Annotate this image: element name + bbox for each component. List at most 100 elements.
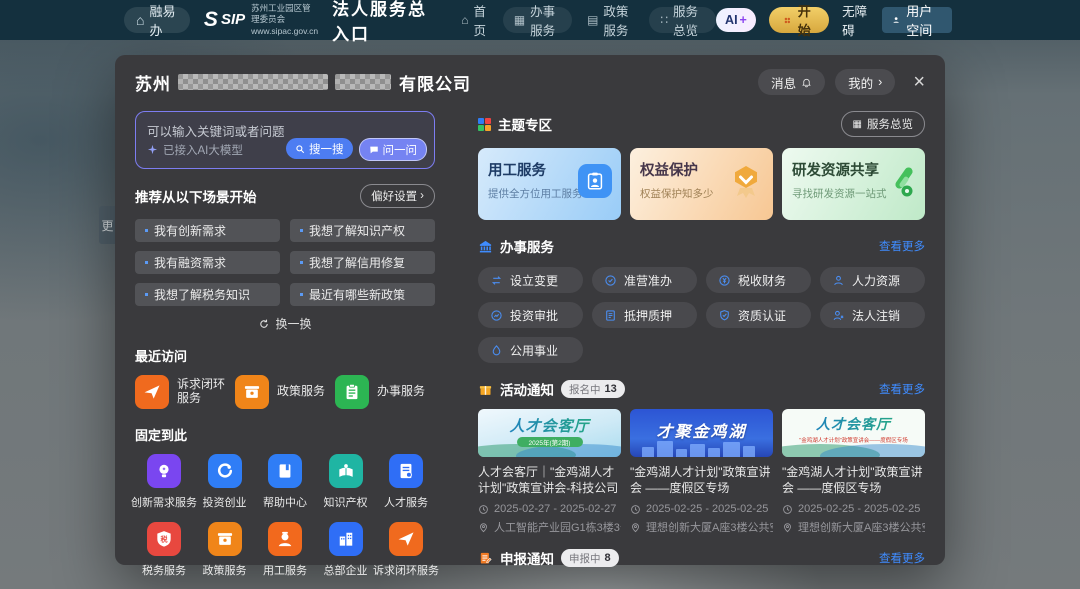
shield-check-icon [718,309,731,322]
user-space-button[interactable]: 用户空间 [882,7,952,33]
pinned-item[interactable]: 政策服务 [196,522,254,578]
pinned-item[interactable]: 总部企业 [317,522,375,578]
bulb-icon [147,454,181,488]
preference-settings-button[interactable]: 偏好设置 › [360,184,435,208]
declarations-more-link[interactable]: 查看更多 [879,550,925,566]
medal-badge-icon [728,164,764,200]
messages-button[interactable]: 消息 [758,69,825,95]
bullet-icon [145,261,148,264]
book-icon [268,454,302,488]
service-pill[interactable]: 税收财务 [706,267,811,293]
four-dots-icon: ∷ [660,13,668,27]
rongyiban-button[interactable]: ⌂ 融易办 [124,7,190,33]
page-side-tab[interactable]: 更 [99,206,116,244]
activity-card[interactable]: 人才会客厅 2025年(第2期) 人才会客厅｜"金鸡湖人才计划"政策宣讲会-科技… [478,409,621,535]
clock-icon [478,504,489,515]
declaration-doc-icon [478,551,493,566]
grid-doc-icon: ▦ [514,13,525,27]
nav-item-services[interactable]: ▦ 办事服务 [503,7,572,33]
pinned-item[interactable]: 投资创业 [196,454,254,510]
scenario-button[interactable]: 我想了解知识产权 [290,219,435,242]
declaring-badge: 申报中 8 [561,549,619,567]
recent-item[interactable]: 办事服务 [335,375,435,409]
sip-logo-mark: S [204,8,218,32]
scenario-button[interactable]: 我有融资需求 [135,251,280,274]
bell-icon [801,77,812,88]
document-icon: ▤ [587,13,598,27]
activity-banner: 人才会客厅 2025年(第2期) [478,409,621,457]
scenario-button[interactable]: 我想了解税务知识 [135,283,280,306]
start-button[interactable]: 开始 [769,7,829,33]
service-pill[interactable]: 公用事业 [478,337,583,363]
top-nav: ⌂ 融易办 S SIP 苏州工业园区管理委员会 www.sipac.gov.cn… [0,0,1080,40]
ai-model-note: 已接入AI大模型 [147,142,243,158]
service-pill[interactable]: 准营准办 [592,267,697,293]
scenario-button[interactable]: 最近有哪些新政策 [290,283,435,306]
theme-card-rights[interactable]: 权益保护 权益保护知多少 [630,148,773,220]
accessibility-link[interactable]: 无障碍 [842,1,869,39]
pinned-item[interactable]: 诉求闭环服务 [377,522,435,578]
open-book-icon [329,454,363,488]
ai-plus-button[interactable]: AI + [716,8,756,32]
chart-circle-icon [490,309,503,322]
yen-circle-icon [718,274,731,287]
pinned-item[interactable]: 税 税务服务 [135,522,193,578]
pinned-item[interactable]: 用工服务 [256,522,314,578]
clock-icon [782,504,793,515]
doc-person-icon [389,454,423,488]
close-icon[interactable]: × [913,72,925,92]
service-pill[interactable]: 设立变更 [478,267,583,293]
tax-shield-icon: 税 [147,522,181,556]
service-pill[interactable]: 人力资源 [820,267,925,293]
service-pill[interactable]: 抵押质押 [592,302,697,328]
bullet-icon [300,261,303,264]
buildings-silhouette [642,441,755,457]
nav-item-overview[interactable]: ∷ 服务总览 [649,7,716,33]
service-pill[interactable]: 法人注销 [820,302,925,328]
policy-archive-icon [235,375,269,409]
service-pill[interactable]: 投资审批 [478,302,583,328]
activity-card[interactable]: 人才会客厅 "金鸡湖人才计划"政策宣讲会——度假区专场 "金鸡湖人才计划"政策宣… [782,409,925,535]
scenario-button[interactable]: 我想了解信用修复 [290,251,435,274]
services-more-link[interactable]: 查看更多 [879,238,925,254]
activity-banner: 才聚金鸡湖 [630,409,773,457]
scenarios-title: 推荐从以下场景开始 [135,186,257,206]
recent-item[interactable]: 政策服务 [235,375,335,409]
magnifier-icon [295,144,305,154]
nav-item-policy[interactable]: ▤ 政策服务 [576,7,645,33]
refresh-button[interactable]: 换一换 [135,315,435,332]
scenario-button[interactable]: 我有创新需求 [135,219,280,242]
org-url: www.sipac.gov.cn [251,26,318,36]
signup-badge: 报名中 13 [561,380,625,398]
pinned-item[interactable]: 知识产权 [317,454,375,510]
ask-button[interactable]: 问一问 [359,138,428,161]
swoosh-icon [208,454,242,488]
search-box[interactable]: 可以输入关键词或者问题 已接入AI大模型 搜一搜 [135,111,435,169]
bank-icon [478,239,493,254]
paper-plane-icon [389,522,423,556]
activity-card[interactable]: 才聚金鸡湖 "金鸡湖人才计划"政策宣讲会 ——度假区专场 2025-02-25 … [630,409,773,535]
search-button[interactable]: 搜一搜 [286,138,353,159]
service-overview-button[interactable]: ▦ 服务总览 [841,111,925,137]
pinned-item[interactable]: 帮助中心 [256,454,314,510]
theme-card-rnd[interactable]: 研发资源共享 寻找研发资源一站式 [782,148,925,220]
pinned-item[interactable]: 创新需求服务 [135,454,193,510]
gift-icon [478,382,493,397]
person-x-icon [832,309,845,322]
bullet-icon [145,229,148,232]
worker-icon [268,522,302,556]
theme-card-employment[interactable]: 用工服务 提供全方位用工服务 [478,148,621,220]
activities-more-link[interactable]: 查看更多 [879,381,925,397]
recent-item[interactable]: 诉求闭环 服务 [135,375,235,409]
service-pill[interactable]: 资质认证 [706,302,811,328]
pinned-item[interactable]: 人才服务 [377,454,435,510]
check-circle-icon [604,274,617,287]
company-title: 苏州 有限公司 [135,70,471,95]
declarations-title: 申报通知 [500,548,554,568]
document-icon [604,309,617,322]
nav-item-home[interactable]: ⌂ 首页 [450,7,499,33]
mine-button[interactable]: 我的 › [835,69,895,95]
refresh-icon [258,318,270,330]
clipboard-icon [335,375,369,409]
testtube-gear-icon [880,164,916,200]
